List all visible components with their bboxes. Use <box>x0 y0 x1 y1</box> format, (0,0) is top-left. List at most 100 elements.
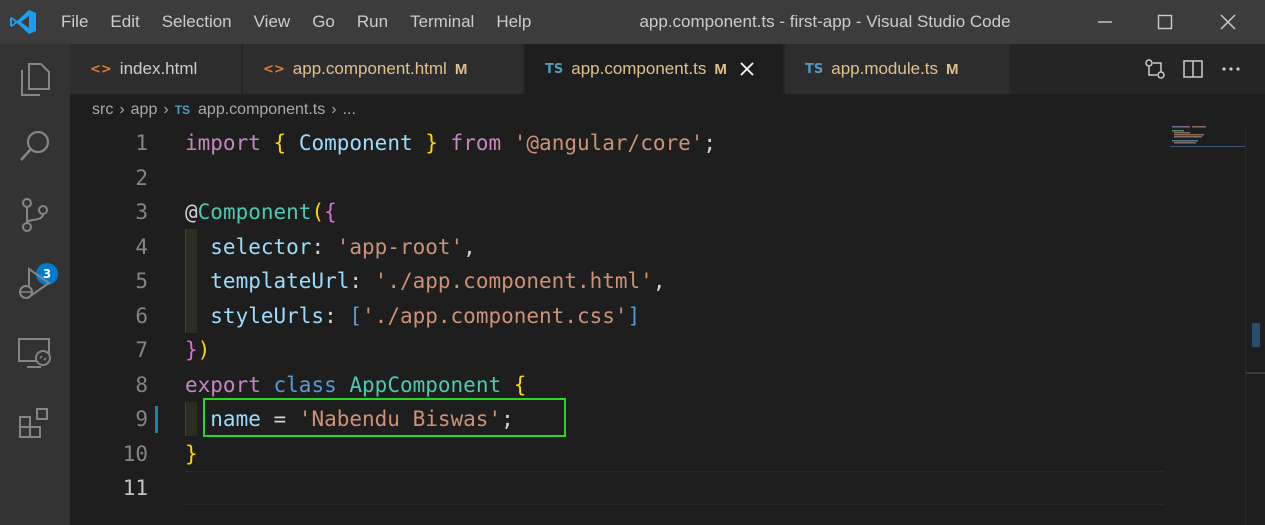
menu-bar: File Edit Selection View Go Run Terminal Help <box>50 0 542 44</box>
menu-item-go[interactable]: Go <box>301 12 346 32</box>
code-token: ; <box>501 407 514 431</box>
code-token: } <box>185 338 198 362</box>
current-line-highlight <box>185 471 1165 505</box>
code-line: import { Component } from '@angular/core… <box>185 126 716 161</box>
line-number: 10 <box>122 441 148 466</box>
line-number: 1 <box>135 131 148 155</box>
code-token: selector <box>185 234 312 259</box>
tab-app-component-html[interactable]: <> app.component.html M <box>243 44 524 94</box>
modified-indicator: M <box>454 60 468 78</box>
run-debug-icon[interactable] <box>0 248 70 318</box>
split-editor-icon[interactable] <box>1182 58 1204 80</box>
html-file-icon: <> <box>263 61 285 77</box>
minimize-button[interactable] <box>1075 0 1135 44</box>
code-token: : <box>311 234 337 259</box>
modified-indicator: M <box>946 60 959 78</box>
code-token: : <box>324 303 350 328</box>
tab-label: app.module.ts <box>831 59 939 78</box>
code-line: styleUrls: ['./app.component.css'] <box>185 299 640 334</box>
editor-tab-bar: <> index.html <> app.component.html M TS… <box>70 44 1265 94</box>
extensions-icon[interactable] <box>0 388 70 458</box>
code-token: 'Nabendu Biswas' <box>298 407 502 431</box>
breadcrumb-item-src[interactable]: src <box>92 101 113 119</box>
code-token: './app.component.html' <box>374 269 653 293</box>
line-number: 7 <box>135 338 148 362</box>
code-token: = <box>260 407 299 431</box>
code-token: } <box>425 131 438 155</box>
minimap[interactable] <box>1170 126 1245 166</box>
code-token: class <box>273 372 337 397</box>
scroll-position-marker <box>1252 323 1260 347</box>
breadcrumb-item-file[interactable]: app.component.ts <box>198 101 325 119</box>
tab-app-component-ts[interactable]: TS app.component.ts M <box>525 44 784 94</box>
search-icon[interactable] <box>0 112 70 182</box>
code-token: , <box>463 234 476 259</box>
menu-item-help[interactable]: Help <box>485 12 542 32</box>
menu-item-run[interactable]: Run <box>346 12 399 32</box>
code-token: , <box>652 269 666 293</box>
code-line: @Component({ <box>185 195 337 230</box>
code-token: name <box>185 407 261 431</box>
code-token: '@angular/core' <box>513 131 704 155</box>
code-token: [ <box>349 303 363 328</box>
more-actions-icon[interactable] <box>1220 58 1242 80</box>
maximize-button[interactable] <box>1135 0 1195 44</box>
code-line: } <box>185 437 198 472</box>
window-title: app.component.ts - first-app - Visual St… <box>639 12 1011 31</box>
ts-file-icon: TS <box>174 103 191 117</box>
ts-file-icon: TS <box>805 61 824 77</box>
code-token: from <box>437 131 514 155</box>
explorer-icon[interactable] <box>0 44 70 114</box>
open-changes-icon[interactable] <box>1144 58 1166 80</box>
tab-label: index.html <box>119 59 198 78</box>
code-line: selector: 'app-root', <box>185 230 476 265</box>
menu-item-terminal[interactable]: Terminal <box>399 12 485 32</box>
menu-item-edit[interactable]: Edit <box>99 12 150 32</box>
breadcrumb-item-app[interactable]: app <box>131 101 158 119</box>
vertical-scrollbar[interactable] <box>1245 126 1265 525</box>
close-window-button[interactable] <box>1198 0 1258 44</box>
code-token: { <box>324 200 337 224</box>
remote-explorer-icon[interactable] <box>0 318 70 388</box>
line-number: 5 <box>135 269 148 293</box>
chevron-right-icon: › <box>331 101 337 118</box>
maximize-icon <box>1157 14 1173 30</box>
minimize-icon <box>1098 21 1112 23</box>
chevron-right-icon: › <box>119 101 125 118</box>
code-token: ; <box>703 131 717 155</box>
code-token: styleUrls <box>185 303 325 328</box>
code-editor[interactable]: 1 import { Component } from '@angular/cor… <box>70 126 1265 525</box>
source-control-icon[interactable] <box>0 180 70 250</box>
ts-file-icon: TS <box>545 61 564 77</box>
menu-item-selection[interactable]: Selection <box>151 12 243 32</box>
title-bar: File Edit Selection View Go Run Terminal Help a… <box>0 0 1265 44</box>
code-token: Component <box>197 200 312 224</box>
code-token: { <box>513 372 527 397</box>
code-token: AppComponent <box>349 372 502 397</box>
tab-index-html[interactable]: <> index.html <box>70 44 242 94</box>
activity-bar: 3 <box>0 44 70 525</box>
scroll-ruler <box>1246 372 1265 374</box>
menu-item-view[interactable]: View <box>243 12 302 32</box>
tab-label: app.component.ts <box>571 59 707 78</box>
line-number: 6 <box>135 303 148 328</box>
tab-label: app.component.html <box>292 59 447 78</box>
line-number: 8 <box>135 372 148 397</box>
breadcrumb-item-symbols[interactable]: ... <box>343 101 356 119</box>
html-file-icon: <> <box>90 61 112 77</box>
line-number: 4 <box>135 234 148 259</box>
menu-item-file[interactable]: File <box>50 12 99 32</box>
code-token: import <box>185 131 261 155</box>
line-number: 11 <box>122 476 148 500</box>
close-tab-icon[interactable] <box>739 61 755 77</box>
line-number: 9 <box>135 407 148 431</box>
code-token: @ <box>185 200 198 224</box>
code-token: } <box>185 441 198 466</box>
editor-actions <box>1144 44 1242 94</box>
tab-app-module-ts[interactable]: TS app.module.ts M <box>785 44 1011 94</box>
code-token: ( <box>311 200 325 224</box>
line-number: 2 <box>135 165 148 190</box>
